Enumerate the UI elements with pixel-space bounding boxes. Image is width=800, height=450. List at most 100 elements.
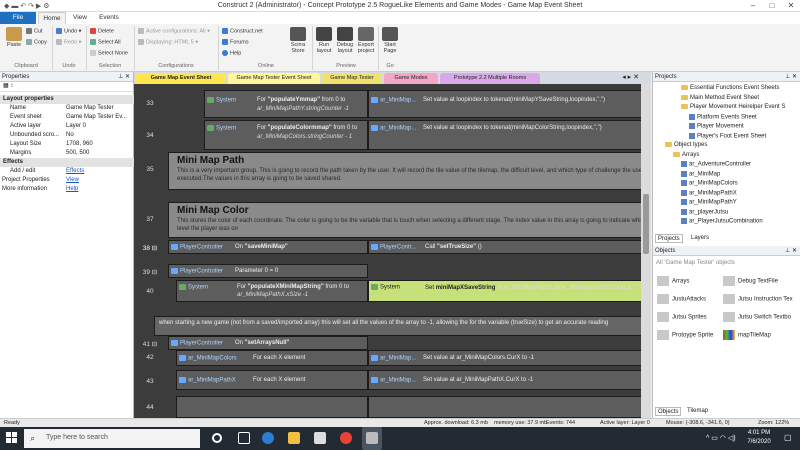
event-33-action[interactable]: ar_MiniMap... Set value at loopindex to … xyxy=(368,90,651,118)
project-tree-item[interactable]: Object types xyxy=(665,142,707,148)
minimize-button[interactable]: – xyxy=(744,0,762,12)
vertical-scrollbar[interactable] xyxy=(641,84,651,418)
copy-button[interactable]: Copy xyxy=(26,39,47,45)
tab-projects[interactable]: Projects xyxy=(655,234,683,243)
tab-tilemap[interactable]: Tilemap xyxy=(685,407,710,416)
event-43-condition[interactable]: ar_MiniMapPathX For each X element xyxy=(176,370,368,390)
displaying-dropdown[interactable]: Displaying: HTML 5 ▾ xyxy=(138,39,198,45)
chrome-icon[interactable] xyxy=(340,432,352,444)
maximize-button[interactable]: □ xyxy=(763,0,781,12)
property-row[interactable]: Active layer Layer 0 xyxy=(0,122,134,131)
property-row[interactable]: Project Properties View xyxy=(0,176,134,185)
project-tree-item[interactable]: ar_MiniMap xyxy=(681,170,720,177)
object-item[interactable]: Arrays xyxy=(657,276,689,286)
tab-layers[interactable]: Layers xyxy=(689,234,711,243)
construct-taskbar-button[interactable] xyxy=(362,427,382,450)
property-row[interactable]: Add / edit Effects xyxy=(0,167,134,176)
active-configurations-dropdown[interactable]: Active configurations: All ▾ xyxy=(138,28,210,34)
project-tree-item[interactable]: ar_MiniMapColors xyxy=(681,180,738,187)
start-page-button[interactable]: Start Page xyxy=(380,27,400,54)
pin-icon[interactable]: ⊥ ✕ xyxy=(785,246,797,256)
run-layout-button[interactable]: Run layout xyxy=(314,27,334,54)
project-tree-item[interactable]: Main Method Event Sheet xyxy=(681,94,759,101)
pin-icon[interactable]: ⊥ ✕ xyxy=(785,72,797,82)
property-category[interactable]: Layout properties xyxy=(0,95,134,104)
redo-button[interactable]: Redo ▾ xyxy=(56,39,81,45)
taskbar-search-box[interactable]: ⌕ Type here to search xyxy=(24,429,200,448)
property-link[interactable]: Effects xyxy=(66,167,132,176)
event-38-condition[interactable]: PlayerController On "saveMiniMap" xyxy=(168,240,368,254)
event-sheet[interactable]: 33 System For "populateYmmap" from 0 to … xyxy=(134,84,651,418)
objects-filter[interactable]: All 'Game Map Tester' objects xyxy=(656,260,735,266)
task-view-icon[interactable] xyxy=(238,432,250,444)
file-explorer-icon[interactable] xyxy=(288,432,300,444)
property-category[interactable]: Effects xyxy=(0,158,134,167)
object-item[interactable]: mapTileMap xyxy=(723,330,771,340)
event-40-condition[interactable]: System For "populateXMiniMapString" from… xyxy=(176,280,368,302)
tab-objects[interactable]: Objects xyxy=(655,407,682,416)
event-41-condition[interactable]: PlayerController On "setArraysNull" xyxy=(168,336,368,350)
close-tab-icon[interactable]: ◂ ▸ ✕ xyxy=(622,73,639,81)
delete-button[interactable]: Delete xyxy=(90,28,114,34)
cortana-icon[interactable] xyxy=(212,433,222,443)
notification-icon[interactable]: ▢ xyxy=(784,433,792,442)
event-40-action[interactable]: System Set miniMapXSaveString to ar_Mini… xyxy=(368,280,651,302)
property-row[interactable]: More information Help xyxy=(0,185,134,194)
property-row[interactable]: Unbounded scro... No xyxy=(0,131,134,140)
clock-time[interactable]: 4:01 PM xyxy=(744,430,774,436)
tab-view[interactable]: View xyxy=(68,12,92,24)
group-mini-map-color[interactable]: Mini Map Color This stores the color of … xyxy=(168,202,651,238)
project-tree-item[interactable]: Arrays xyxy=(673,151,699,158)
undo-button[interactable]: Undo ▾ xyxy=(56,28,81,34)
group-mini-map-path[interactable]: Mini Map Path This is a very important g… xyxy=(168,152,651,190)
event-39-condition[interactable]: PlayerController Parameter 0 = 0 xyxy=(168,264,368,278)
project-tree-item[interactable]: Player Movement xyxy=(689,123,744,130)
clock-date[interactable]: 7/6/2020 xyxy=(744,439,774,445)
event-33-condition[interactable]: System For "populateYmmap" from 0 to ar_… xyxy=(204,90,368,118)
project-tree-item[interactable]: ar_playerJutsu xyxy=(681,208,728,215)
tray-icons[interactable]: ^ ▭ ◠ ◁) xyxy=(706,434,736,442)
tab-game-modes[interactable]: Game Modes xyxy=(384,73,438,84)
help-link[interactable]: Help xyxy=(222,50,241,56)
project-tree-item[interactable]: ar_MiniMapPathY xyxy=(681,199,737,206)
tab-events[interactable]: Events xyxy=(94,12,124,24)
project-tree-item[interactable]: Player's Foot Event Sheet xyxy=(689,132,766,139)
property-link[interactable]: Help xyxy=(66,185,132,194)
object-item[interactable]: Debug TextFile xyxy=(723,276,778,286)
property-link[interactable]: View xyxy=(66,176,132,185)
object-item[interactable]: Jutsu Switch Textbo xyxy=(723,312,791,322)
pin-icon[interactable]: ⊥ ✕ xyxy=(118,72,130,82)
project-tree-item[interactable]: Platform Events Sheet xyxy=(689,113,757,120)
paste-button[interactable]: Paste xyxy=(4,27,24,48)
scirra-store-button[interactable]: Scirra Store xyxy=(285,27,311,54)
select-none-button[interactable]: Select None xyxy=(90,50,128,56)
event-44-condition[interactable] xyxy=(176,396,368,418)
export-project-button[interactable]: Export project xyxy=(356,27,376,54)
event-43-action[interactable]: ar_MiniMap... Set value at ar_MiniMapPat… xyxy=(368,370,651,390)
property-row[interactable]: Name Game Map Tester xyxy=(0,104,134,113)
comment-block[interactable]: when starting a new game (not from a sav… xyxy=(154,316,651,336)
object-item[interactable]: Jutsu Sprites xyxy=(657,312,707,322)
scrollbar-thumb[interactable] xyxy=(643,194,649,254)
tab-file[interactable]: File xyxy=(0,12,36,24)
cut-button[interactable]: Cut xyxy=(26,28,43,34)
event-34-action[interactable]: ar_MiniMap... Set value at loopindex to … xyxy=(368,120,651,150)
object-item[interactable]: JustuAttacks xyxy=(657,294,706,304)
event-42-action[interactable]: ar_MiniMap... Set value at ar_MiniMapCol… xyxy=(368,350,651,366)
sort-toolbar[interactable]: ▦ ↕ xyxy=(0,82,133,92)
forums-link[interactable]: Forums xyxy=(222,39,249,45)
event-34-condition[interactable]: System For "populateColormmap" from 0 to… xyxy=(204,120,368,150)
tab-game-map-tester[interactable]: Game Map Tester xyxy=(322,73,382,84)
store-icon[interactable] xyxy=(314,432,326,444)
object-item[interactable]: Jutsu Instruction Tex xyxy=(723,294,793,304)
property-row[interactable]: Layout Size 1708, 960 xyxy=(0,140,134,149)
property-row[interactable]: Event sheet Game Map Tester Ev... xyxy=(0,113,134,122)
object-item[interactable]: Protoype Sprite xyxy=(657,330,713,340)
project-tree-item[interactable]: Essential Functions Event Sheets xyxy=(681,85,779,91)
tab-game-map-event-sheet[interactable]: Game Map Event Sheet xyxy=(136,73,226,84)
event-38-action[interactable]: PlayerContr... Call "setTrueSize" () xyxy=(368,240,651,254)
tab-game-map-tester-event-sheet[interactable]: Game Map Tester Event Sheet xyxy=(228,73,320,84)
edge-icon[interactable] xyxy=(262,432,274,444)
project-tree-item[interactable]: ar_AdventureController xyxy=(681,161,751,168)
windows-start-icon[interactable] xyxy=(6,432,18,444)
